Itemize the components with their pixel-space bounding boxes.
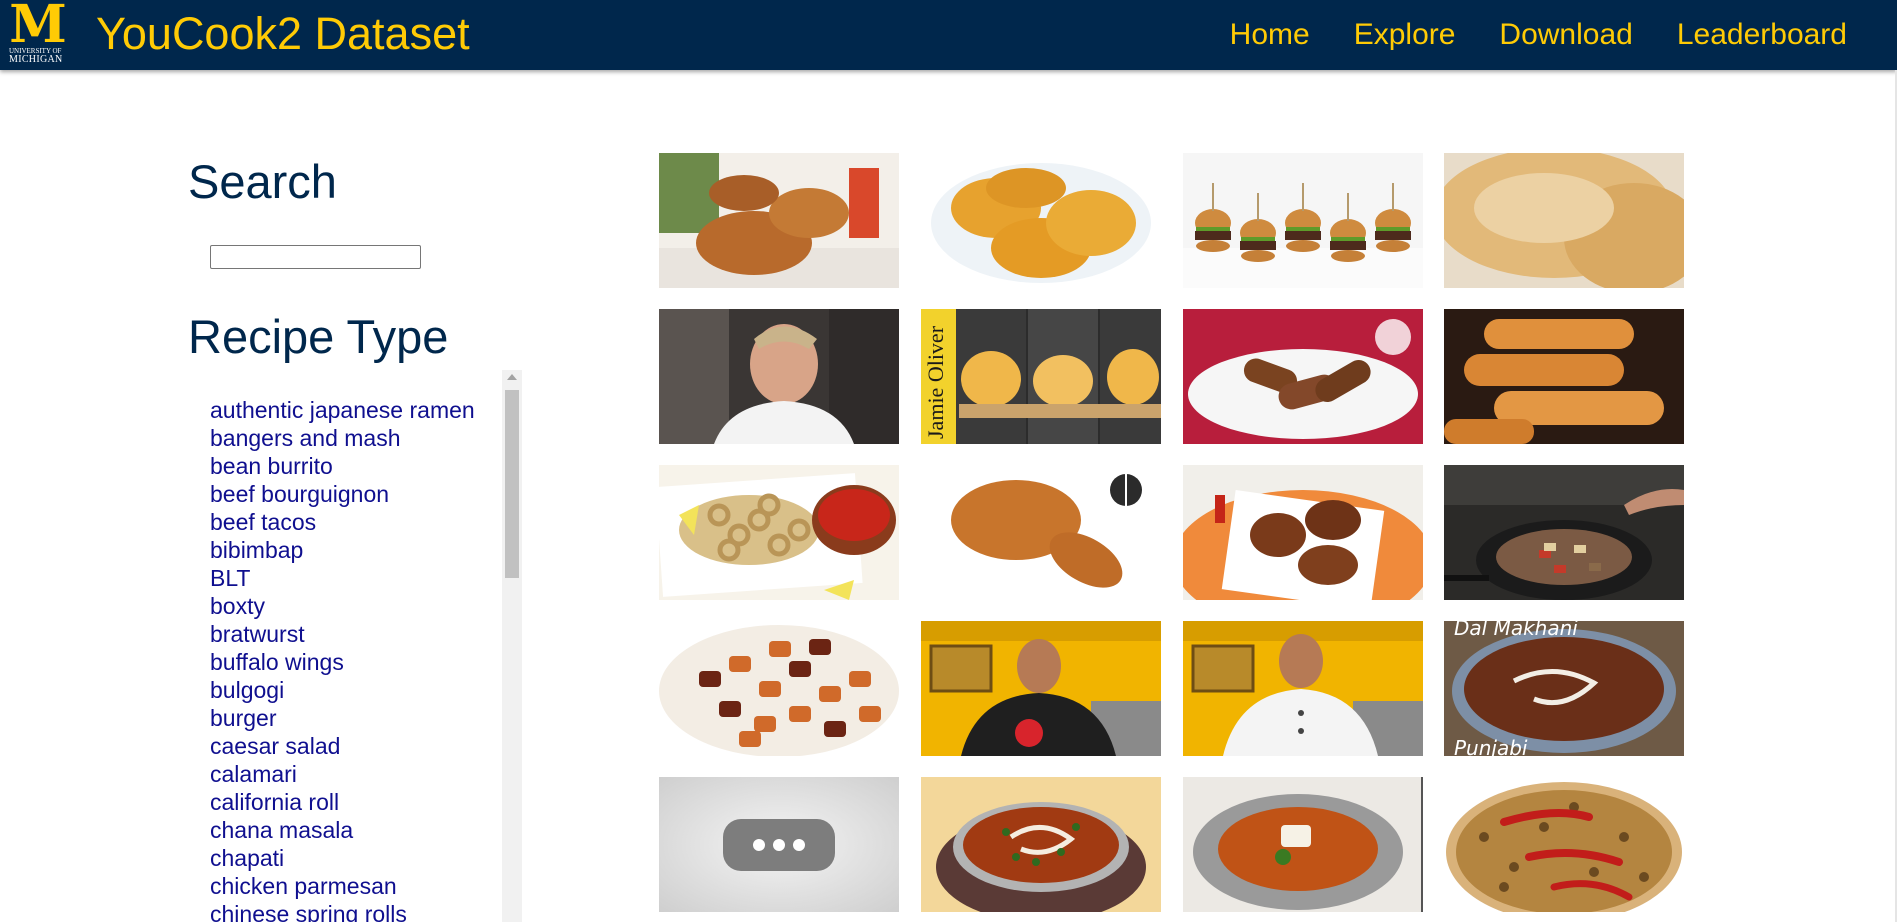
thumbnail-fried-calamari[interactable] [659,465,899,600]
site-title[interactable]: YouCook2 Dataset [96,7,470,61]
recipe-type-item[interactable]: caesar salad [210,732,522,760]
recipe-type-item[interactable]: authentic japanese ramen [210,396,522,424]
top-navbar: M UNIVERSITY OF MICHIGAN YouCook2 Datase… [0,0,1897,70]
thumbnail-corn-dogs-board[interactable] [1444,309,1684,444]
recipe-type-heading: Recipe Type [188,310,449,363]
thumbnail-slider-burgers[interactable] [1183,153,1423,288]
thumbnail-image [1183,621,1423,756]
thumbnail-image [1183,777,1423,912]
recipe-type-item[interactable]: boxty [210,592,522,620]
thumbnail-fried-chicken-orange-plate[interactable] [1183,465,1423,600]
recipe-type-item[interactable]: chicken parmesan [210,872,522,900]
thumbnail-chef-white-jacket[interactable] [1183,621,1423,756]
thumbnail-image [921,465,1161,600]
thumbnail-image [1183,309,1423,444]
nav-menu: Home Explore Download Leaderboard [1186,0,1847,70]
thumbnail-hash-brown-closeup[interactable] [1444,153,1684,288]
recipe-type-item[interactable]: calamari [210,760,522,788]
recipe-type-item[interactable]: bulgogi [210,676,522,704]
nav-explore[interactable]: Explore [1354,18,1456,52]
thumbnail-image [1444,309,1684,444]
recipe-type-item[interactable]: chapati [210,844,522,872]
recipe-list-scrollbar[interactable] [502,370,522,922]
thumbnail-chef-black-jacket[interactable] [921,621,1161,756]
thumbnail-image [921,153,1161,288]
thumbnail-image [659,621,899,756]
recipe-type-item[interactable]: chana masala [210,816,522,844]
thumbnail-image [921,777,1161,912]
recipe-type-item[interactable]: beef bourguignon [210,480,522,508]
thumbnail-kung-pao-chicken[interactable] [659,621,899,756]
nav-leaderboard[interactable]: Leaderboard [1677,18,1847,52]
scroll-thumb[interactable] [505,390,519,578]
thumbnail-image: Dal Makhani Punjabi [1444,621,1684,756]
thumbnail-image [659,153,899,288]
thumbnail-curry-bowl[interactable] [1183,777,1423,912]
thumbnail-image [659,777,899,912]
thumbnail-image: Jamie Oliver [921,309,1161,444]
nav-home[interactable]: Home [1230,18,1310,52]
thumbnail-image [1444,153,1684,288]
thumbnail-hash-brown-patties[interactable] [921,153,1161,288]
thumbnail-wok-stir-fry[interactable] [1444,465,1684,600]
recipe-type-list[interactable]: authentic japanese ramen bangers and mash… [188,370,522,922]
thumbnail-dal-with-chilies[interactable] [1444,777,1684,912]
svg-text:Punjabi: Punjabi [1454,736,1528,756]
svg-text:Dal Makhani: Dal Makhani [1454,621,1578,640]
university-logo[interactable]: M UNIVERSITY OF MICHIGAN [9,0,69,66]
recipe-type-item[interactable]: california roll [210,788,522,816]
recipe-type-items: authentic japanese ramen bangers and mash… [188,370,522,922]
svg-text:Jamie Oliver: Jamie Oliver [923,325,948,439]
thumbnail-image [659,309,899,444]
thumbnail-fried-chicken-plate[interactable] [659,153,899,288]
search-input[interactable] [210,245,421,269]
thumbnail-image [1183,465,1423,600]
thumbnail-scrambled-egg-toast[interactable]: Jamie Oliver [921,309,1161,444]
thumbnail-image [921,621,1161,756]
scroll-up-arrow-icon[interactable] [507,374,517,380]
recipe-type-item[interactable]: bean burrito [210,452,522,480]
thumbnail-image [1183,153,1423,288]
nav-download[interactable]: Download [1499,18,1632,52]
thumbnail-fried-drumstick[interactable] [921,465,1161,600]
recipe-type-item[interactable]: bibimbap [210,536,522,564]
thumbnail-image [1444,465,1684,600]
recipe-type-item[interactable]: beef tacos [210,508,522,536]
recipe-type-item[interactable]: bratwurst [210,620,522,648]
logo-name: MICHIGAN [9,54,63,65]
search-heading: Search [188,155,337,208]
recipe-type-item[interactable]: BLT [210,564,522,592]
recipe-type-item[interactable]: buffalo wings [210,648,522,676]
thumbnail-image [1444,777,1684,912]
thumbnail-chef-cooking[interactable] [659,309,899,444]
recipe-type-item[interactable]: chinese spring rolls [210,900,522,922]
thumbnail-curry-pot[interactable] [921,777,1161,912]
thumbnail-corn-dogs-plate[interactable] [1183,309,1423,444]
logo-letter: M [9,0,67,55]
recipe-type-item[interactable]: burger [210,704,522,732]
thumbnail-dal-makhani[interactable]: Dal Makhani Punjabi [1444,621,1684,756]
thumbnail-video-unavailable[interactable] [659,777,899,912]
thumbnail-image [659,465,899,600]
recipe-type-item[interactable]: bangers and mash [210,424,522,452]
